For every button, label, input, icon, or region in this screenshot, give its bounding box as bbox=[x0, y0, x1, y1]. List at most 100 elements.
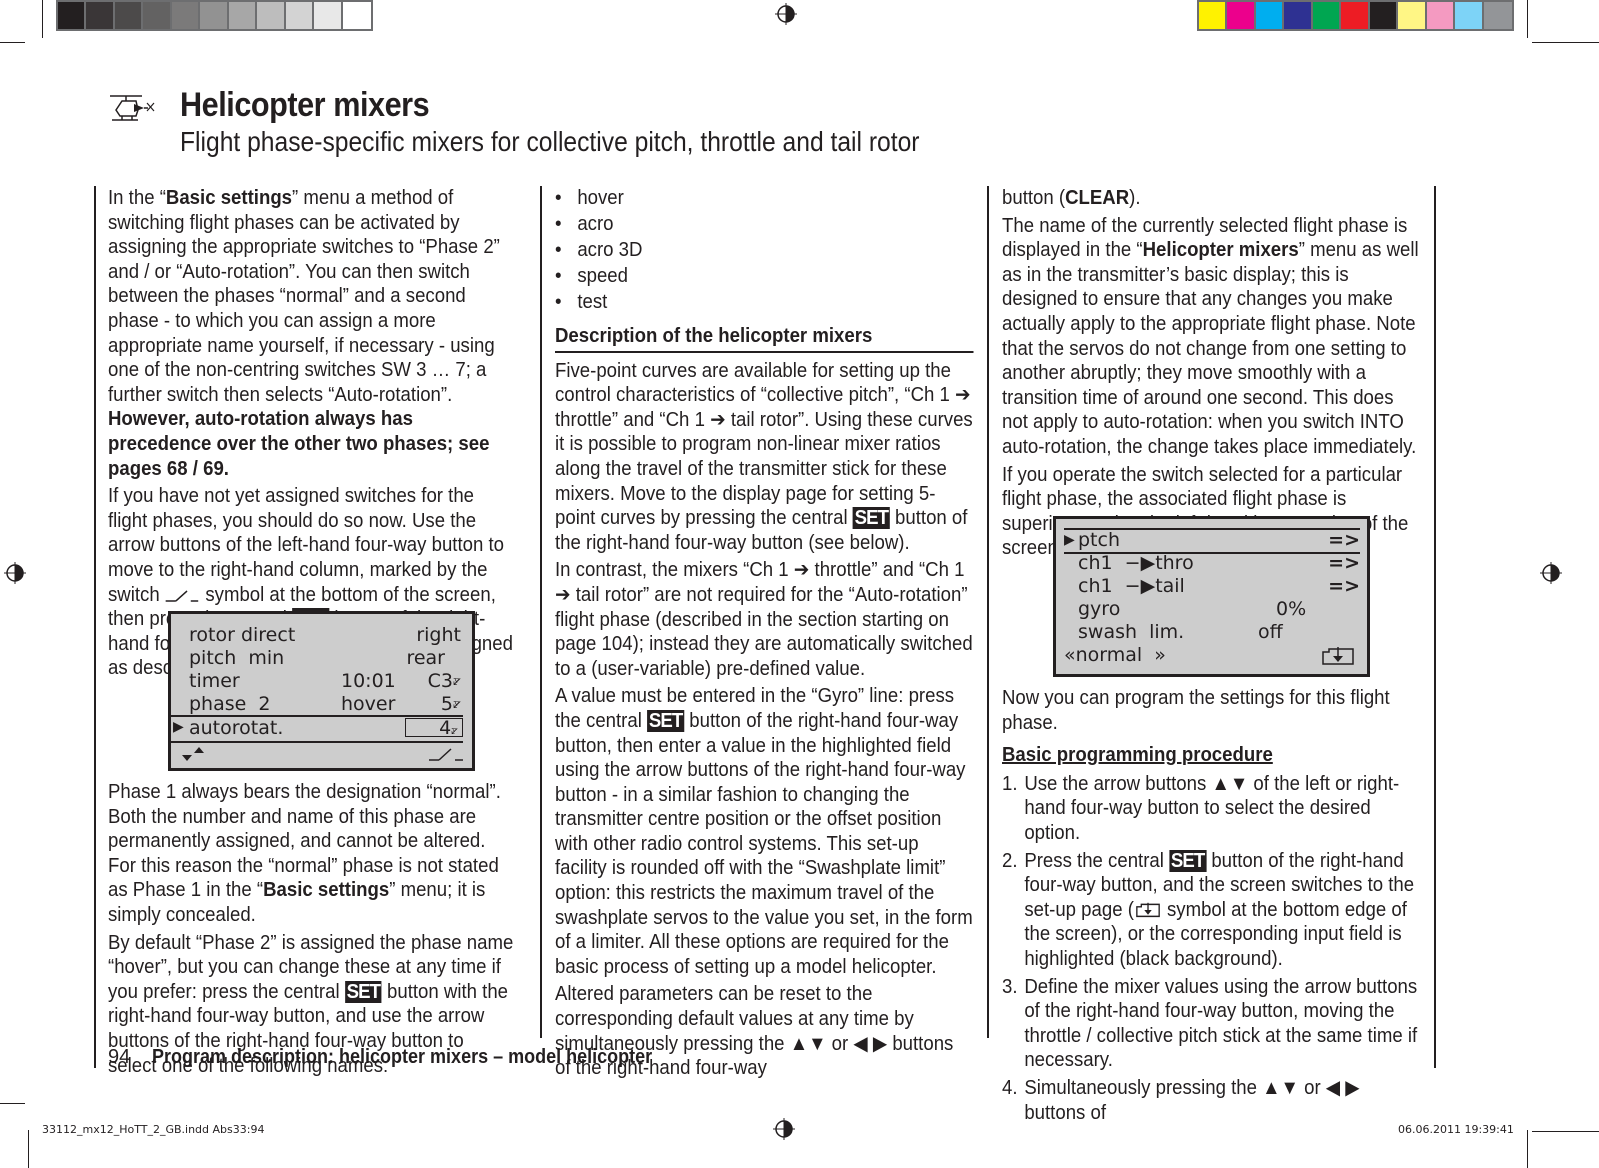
file-slug: 33112_mx12_HoTT_2_GB.indd Abs33:94 bbox=[42, 1123, 265, 1136]
cursor-arrow-icon: ▶ bbox=[1064, 532, 1075, 548]
step-item: 3. Define the mixer values using the arro… bbox=[1002, 975, 1421, 1073]
lcd-label: autorotat. bbox=[189, 717, 284, 739]
text: ” menu a method of switching flight phas… bbox=[108, 187, 500, 406]
switch-direction-icon: ⦫ bbox=[453, 696, 461, 712]
paragraph: In contrast, the mixers “Ch 1 ➔ throttle… bbox=[555, 559, 973, 680]
text: Define the mixer values using the arrow … bbox=[1024, 975, 1418, 1072]
bold-text: However, auto-rotation always has preced… bbox=[108, 408, 490, 480]
set-key-label: SET bbox=[1169, 849, 1207, 872]
registration-mark-icon bbox=[1540, 562, 1562, 584]
switch-direction-icon: ⦫ bbox=[451, 723, 458, 737]
curve-edit-link[interactable]: => bbox=[1328, 530, 1360, 551]
section-heading: Basic programming procedure bbox=[1002, 744, 1273, 767]
set-key-label: SET bbox=[647, 709, 685, 732]
color-swatch bbox=[1398, 2, 1427, 29]
color-swatch bbox=[1199, 2, 1228, 29]
gray-swatch bbox=[228, 2, 258, 29]
lcd-selected-row[interactable]: ▶ autorotat. 4⦫ bbox=[171, 715, 463, 743]
curve-edit-link[interactable]: => bbox=[1328, 575, 1360, 598]
color-swatch bbox=[1483, 2, 1512, 29]
lcd-row: rotor direct right bbox=[189, 624, 461, 647]
lcd-row: swash lim. off bbox=[1078, 621, 1360, 644]
step-number: 3. bbox=[1002, 975, 1018, 998]
lcd-label: ch1 −▶thro bbox=[1078, 552, 1194, 574]
column-2: hover acro acro 3D speed test Descriptio… bbox=[555, 186, 974, 1084]
lcd-switch-value: 4 bbox=[439, 717, 452, 739]
text: button of the right-hand four-way button… bbox=[555, 709, 973, 978]
paragraph: A value must be entered in the “Gyro” li… bbox=[555, 684, 974, 979]
color-swatch bbox=[1455, 2, 1484, 29]
page-number: 94 bbox=[108, 1046, 131, 1068]
helicopter-icon bbox=[110, 95, 155, 121]
lcd-label: gyro bbox=[1078, 598, 1121, 620]
lcd-value: 10:01 bbox=[341, 670, 396, 692]
registration-mark-icon bbox=[775, 3, 797, 25]
setup-page-icon bbox=[1322, 647, 1354, 665]
column-1: In the “Basic settings” menu a method of… bbox=[108, 186, 517, 684]
lcd-screen-basic-settings: rotor direct right pitch min rear timer 10:… bbox=[168, 611, 475, 771]
text: button ( bbox=[1002, 187, 1066, 209]
lcd-selected-row[interactable]: ▶ ptch => bbox=[1064, 528, 1360, 554]
lcd-label: rotor direct bbox=[189, 624, 296, 646]
column-divider bbox=[94, 186, 96, 1068]
switch-direction-icon: ⦫ bbox=[453, 673, 461, 689]
gray-swatch bbox=[342, 2, 371, 29]
column-3: button (CLEAR). The name of the currentl… bbox=[1002, 186, 1421, 564]
step-number: 4. bbox=[1002, 1076, 1018, 1099]
lcd-label: phase 2 bbox=[189, 693, 271, 715]
lcd-row: gyro 0% bbox=[1078, 598, 1360, 621]
paragraph: In the “Basic settings” menu a method of… bbox=[108, 186, 517, 481]
color-swatch bbox=[1227, 2, 1256, 29]
switch-icon bbox=[165, 589, 199, 602]
bold-text: Basic settings bbox=[263, 879, 390, 902]
bold-text: Basic settings bbox=[165, 187, 293, 209]
step-number: 1. bbox=[1002, 772, 1018, 795]
text: Five-point curves are available for sett… bbox=[555, 359, 973, 530]
color-swatch bbox=[1312, 2, 1342, 29]
list-item: speed bbox=[555, 264, 974, 290]
lcd-value: hover bbox=[341, 693, 396, 715]
list-item: acro bbox=[555, 212, 974, 238]
step-number: 2. bbox=[1002, 849, 1018, 872]
procedure-steps: 1. Use the arrow buttons ▲▼ of the left o… bbox=[1002, 772, 1421, 1125]
swash-limit-value[interactable]: off bbox=[1258, 621, 1283, 644]
page-title: Helicopter mixers bbox=[180, 86, 430, 124]
print-timestamp: 06.06.2011 19:39:41 bbox=[1398, 1123, 1514, 1136]
paragraph: Now you can program the settings for thi… bbox=[1002, 687, 1390, 734]
up-down-arrows-icon bbox=[182, 747, 204, 761]
crop-mark bbox=[0, 42, 25, 43]
crop-mark bbox=[0, 1103, 25, 1104]
crop-mark bbox=[42, 0, 43, 38]
lcd-row: ch1 −▶tail => bbox=[1078, 575, 1360, 598]
text: Use the arrow buttons ▲▼ of the left or … bbox=[1024, 772, 1400, 844]
lcd-row: pitch min rear bbox=[189, 647, 461, 670]
cursor-arrow-icon: ▶ bbox=[173, 719, 184, 735]
phase-name-list: hover acro acro 3D speed test bbox=[555, 186, 974, 316]
flight-phase-indicator: «normal » bbox=[1064, 644, 1166, 666]
lcd-switch-field[interactable]: 4⦫ bbox=[405, 717, 463, 739]
list-item: test bbox=[555, 290, 974, 316]
paragraph: button (CLEAR). bbox=[1002, 186, 1421, 211]
paragraph: Five-point curves are available for sett… bbox=[555, 359, 974, 556]
gray-swatch bbox=[58, 2, 87, 29]
text: ). bbox=[1129, 187, 1141, 209]
text: Simultaneously pressing the ▲▼ or ◀ ▶ bu… bbox=[1024, 1076, 1360, 1124]
crop-mark bbox=[1532, 1131, 1599, 1132]
step-item: 1. Use the arrow buttons ▲▼ of the left o… bbox=[1002, 772, 1421, 846]
switch-icon bbox=[429, 748, 463, 761]
lcd-switch-value: 5 bbox=[440, 693, 453, 715]
color-swatch bbox=[1426, 2, 1456, 29]
text: In the “ bbox=[108, 187, 166, 209]
gray-swatch bbox=[314, 2, 343, 29]
gyro-value[interactable]: 0% bbox=[1276, 598, 1306, 621]
lcd-value: right bbox=[416, 624, 461, 646]
lcd-screen-helicopter-mixers: ▶ ptch => ch1 −▶thro => ch1 −▶tail => gyro… bbox=[1053, 516, 1370, 677]
registration-mark-icon bbox=[773, 1118, 795, 1140]
bold-text: Helicopter mixers bbox=[1142, 239, 1299, 262]
gray-swatch bbox=[200, 2, 229, 29]
text: Press the central bbox=[1024, 849, 1170, 872]
page-subtitle: Flight phase-specific mixers for collect… bbox=[180, 126, 920, 157]
step-item: 2. Press the central SET button of the ri… bbox=[1002, 849, 1421, 972]
curve-edit-link[interactable]: => bbox=[1328, 552, 1360, 575]
lcd-label: ptch bbox=[1078, 529, 1120, 551]
